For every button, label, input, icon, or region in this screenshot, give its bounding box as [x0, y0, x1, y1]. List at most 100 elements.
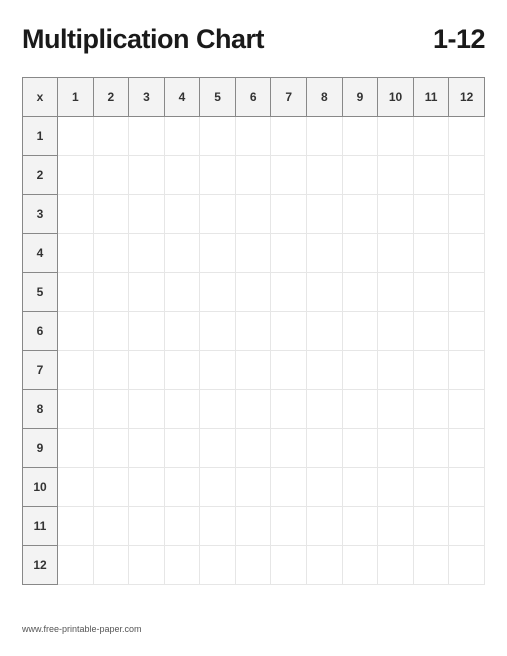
col-header: 3 [129, 78, 165, 117]
cell [129, 273, 165, 312]
cell [200, 195, 236, 234]
table-row: 6 [23, 312, 485, 351]
col-header: 1 [58, 78, 94, 117]
cell [200, 273, 236, 312]
cell [58, 390, 94, 429]
cell [93, 546, 129, 585]
cell [449, 546, 485, 585]
cell [200, 312, 236, 351]
cell [58, 312, 94, 351]
cell [449, 117, 485, 156]
cell [342, 156, 378, 195]
col-header: 5 [200, 78, 236, 117]
cell [129, 546, 165, 585]
cell [58, 351, 94, 390]
cell [307, 429, 343, 468]
cell [271, 429, 307, 468]
cell [271, 156, 307, 195]
cell [271, 117, 307, 156]
cell [413, 429, 449, 468]
row-header: 5 [23, 273, 58, 312]
cell [93, 117, 129, 156]
cell [129, 117, 165, 156]
row-header: 3 [23, 195, 58, 234]
cell [129, 156, 165, 195]
table-row: 12 [23, 546, 485, 585]
row-header: 4 [23, 234, 58, 273]
cell [271, 234, 307, 273]
cell [235, 234, 271, 273]
table-row: 2 [23, 156, 485, 195]
cell [378, 546, 414, 585]
table-row: 10 [23, 468, 485, 507]
cell [235, 195, 271, 234]
cell [235, 468, 271, 507]
cell [235, 507, 271, 546]
cell [449, 468, 485, 507]
cell [307, 117, 343, 156]
cell [93, 273, 129, 312]
row-header: 12 [23, 546, 58, 585]
row-header: 10 [23, 468, 58, 507]
table-row: 5 [23, 273, 485, 312]
cell [449, 273, 485, 312]
cell [200, 546, 236, 585]
table-row: 1 [23, 117, 485, 156]
multiplication-chart: x 1 2 3 4 5 6 7 8 9 10 11 12 12345678910… [22, 77, 485, 585]
cell [164, 273, 200, 312]
cell [307, 195, 343, 234]
cell [449, 390, 485, 429]
cell [93, 351, 129, 390]
cell [342, 390, 378, 429]
cell [235, 546, 271, 585]
row-header: 1 [23, 117, 58, 156]
cell [58, 273, 94, 312]
cell [449, 195, 485, 234]
row-header: 9 [23, 429, 58, 468]
cell [58, 234, 94, 273]
cell [129, 390, 165, 429]
cell [235, 390, 271, 429]
cell [93, 429, 129, 468]
cell [93, 507, 129, 546]
cell [235, 156, 271, 195]
cell [164, 507, 200, 546]
cell [129, 468, 165, 507]
cell [129, 429, 165, 468]
cell [342, 312, 378, 351]
cell [378, 156, 414, 195]
table-row: 11 [23, 507, 485, 546]
cell [449, 156, 485, 195]
cell [413, 468, 449, 507]
cell [93, 468, 129, 507]
cell [378, 390, 414, 429]
cell [413, 546, 449, 585]
cell [413, 312, 449, 351]
cell [164, 117, 200, 156]
cell [164, 195, 200, 234]
table-row: 8 [23, 390, 485, 429]
corner-cell: x [23, 78, 58, 117]
cell [129, 312, 165, 351]
cell [413, 156, 449, 195]
row-header: 8 [23, 390, 58, 429]
cell [129, 351, 165, 390]
cell [164, 351, 200, 390]
cell [307, 273, 343, 312]
col-header: 6 [235, 78, 271, 117]
cell [58, 195, 94, 234]
cell [271, 507, 307, 546]
cell [200, 351, 236, 390]
col-header: 4 [164, 78, 200, 117]
cell [58, 468, 94, 507]
cell [164, 546, 200, 585]
cell [307, 507, 343, 546]
cell [271, 390, 307, 429]
cell [378, 234, 414, 273]
cell [449, 234, 485, 273]
cell [129, 195, 165, 234]
table-row: 9 [23, 429, 485, 468]
cell [342, 234, 378, 273]
col-header: 9 [342, 78, 378, 117]
cell [200, 468, 236, 507]
